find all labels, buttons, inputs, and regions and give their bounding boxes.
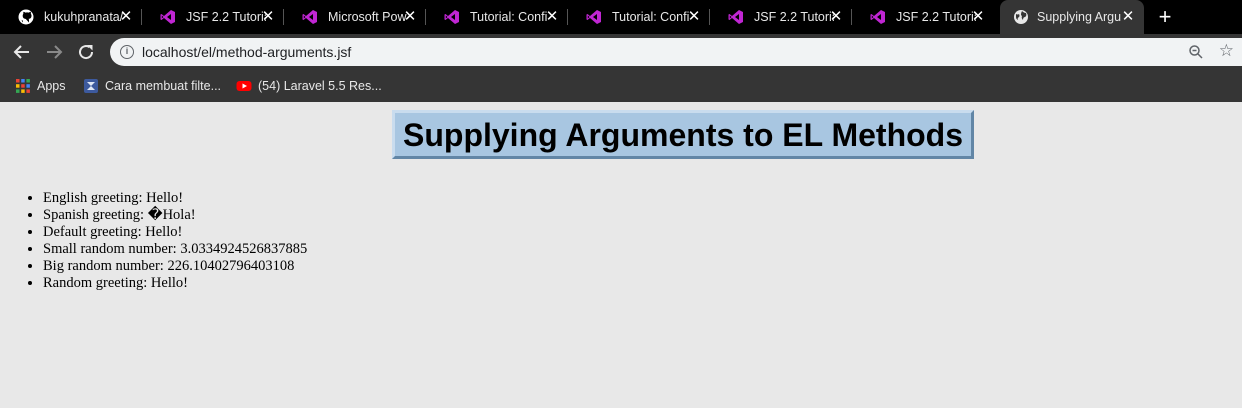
page-heading-box: Supplying Arguments to EL Methods [392,110,974,159]
close-icon[interactable]: ✕ [970,9,986,25]
url-text[interactable]: localhost/el/method-arguments.jsf [142,44,351,60]
close-icon[interactable]: ✕ [828,9,844,25]
tab-title: Supplying Argu [1037,10,1122,24]
visual-studio-icon [586,10,601,24]
tab-title: Tutorial: Confi [470,10,548,24]
list-item: Big random number: 226.10402796403108 [43,258,307,275]
tab-title: JSF 2.2 Tutoria [896,10,976,24]
github-icon [18,9,34,25]
reload-icon [79,45,94,60]
tab-title: Microsoft Pow [328,10,407,24]
tab-jsf-tutorial[interactable]: JSF 2.2 Tutoria ✕ [852,0,994,34]
globe-icon [1014,10,1028,24]
bookmark-label: (54) Laravel 5.5 Res... [258,79,382,93]
bookmark-site-icon [84,79,98,93]
tab-strip: kukuhpranata/ ✕ JSF 2.2 Tutorial ✕ Micro… [0,0,1242,34]
bookmarks-bar: Apps Cara membuat filte... (54) Laravel … [0,70,1242,102]
reload-button[interactable] [74,40,98,64]
info-icon[interactable]: i [120,45,134,59]
tab-github[interactable]: kukuhpranata/ ✕ [0,0,142,34]
tab-title: JSF 2.2 Tutorial [754,10,834,24]
close-icon[interactable]: ✕ [544,9,560,25]
list-item: Default greeting: Hello! [43,224,307,241]
tab-jsf-tutorial[interactable]: JSF 2.2 Tutorial ✕ [142,0,284,34]
arrow-left-icon [13,45,29,59]
close-icon[interactable]: ✕ [260,9,276,25]
visual-studio-icon [444,10,459,24]
youtube-icon [236,81,252,91]
list-item: Random greeting: Hello! [43,275,307,292]
greeting-list: English greeting: Hello! Spanish greetin… [0,190,307,292]
visual-studio-icon [728,10,743,24]
tab-tutorial-config[interactable]: Tutorial: Confi ✕ [426,0,568,34]
back-button[interactable] [10,40,34,64]
tab-title: kukuhpranata/ [44,10,124,24]
tab-tutorial-config[interactable]: Tutorial: Confi ✕ [568,0,710,34]
page-title: Supplying Arguments to EL Methods [403,117,963,153]
new-tab-button[interactable]: + [1154,6,1176,28]
close-icon[interactable]: ✕ [402,9,418,25]
address-bar[interactable]: i localhost/el/method-arguments.jsf ☆ [110,38,1242,66]
tab-title: JSF 2.2 Tutorial [186,10,266,24]
visual-studio-icon [870,10,885,24]
list-item: Spanish greeting: �Hola! [43,207,307,224]
apps-grid-icon [16,79,30,93]
list-item: English greeting: Hello! [43,190,307,207]
visual-studio-icon [160,10,175,24]
page-content: Supplying Arguments to EL Methods Englis… [0,102,1242,408]
bookmark-label: Cara membuat filte... [105,79,222,93]
tab-supplying-arguments[interactable]: Supplying Argu ✕ [1000,0,1144,34]
close-icon[interactable]: ✕ [118,9,134,25]
zoom-icon[interactable] [1188,44,1204,60]
forward-button[interactable] [42,40,66,64]
visual-studio-icon [302,10,317,24]
browser-toolbar: i localhost/el/method-arguments.jsf ☆ [0,34,1242,70]
close-icon[interactable]: ✕ [1120,9,1136,25]
tab-title: Tutorial: Confi [612,10,690,24]
arrow-right-icon [47,45,63,59]
bookmark-label: Apps [37,79,66,93]
close-icon[interactable]: ✕ [686,9,702,25]
tab-jsf-tutorial[interactable]: JSF 2.2 Tutorial ✕ [710,0,852,34]
star-icon[interactable]: ☆ [1219,42,1234,60]
list-item: Small random number: 3.0334924526837885 [43,241,307,258]
tab-microsoft[interactable]: Microsoft Pow ✕ [284,0,426,34]
